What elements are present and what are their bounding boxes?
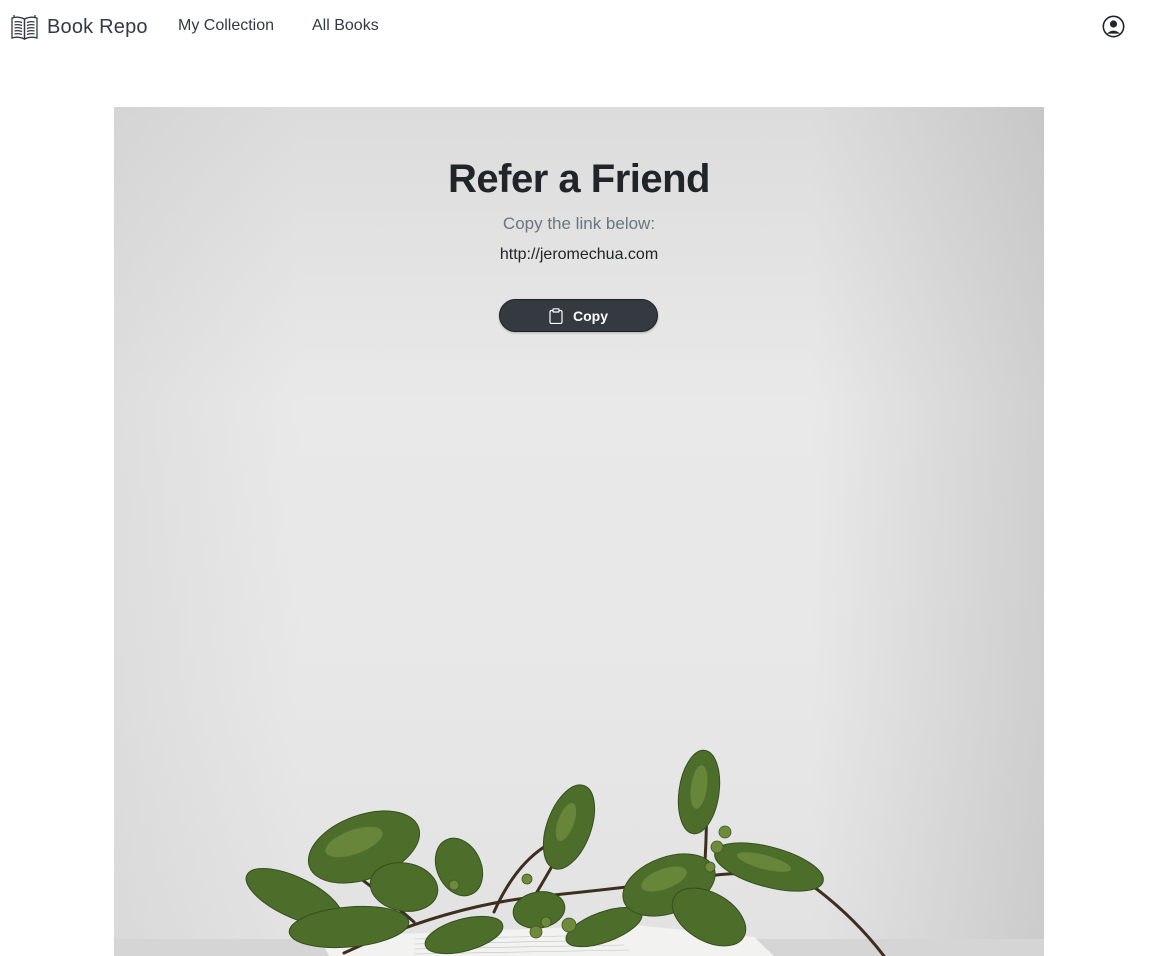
plant-branch-image (114, 749, 1044, 956)
user-circle-icon[interactable] (1102, 15, 1125, 38)
navbar: Book Repo My Collection All Books (0, 0, 1159, 56)
open-book-icon (10, 12, 39, 42)
page-title: Refer a Friend (448, 157, 710, 201)
brand-label: Book Repo (47, 15, 148, 38)
clipboard-icon (549, 307, 563, 324)
nav-link-all-books[interactable]: All Books (312, 17, 379, 35)
nav-link-my-collection[interactable]: My Collection (178, 17, 274, 35)
refer-hero: Refer a Friend Copy the link below: http… (114, 107, 1044, 956)
referral-link-text[interactable]: http://jeromechua.com (114, 246, 1044, 264)
hero-subtitle: Copy the link below: (502, 214, 656, 233)
brand-link[interactable]: Book Repo (10, 12, 148, 42)
copy-link-button[interactable]: Copy (499, 299, 658, 332)
copy-button-label: Copy (573, 307, 608, 324)
